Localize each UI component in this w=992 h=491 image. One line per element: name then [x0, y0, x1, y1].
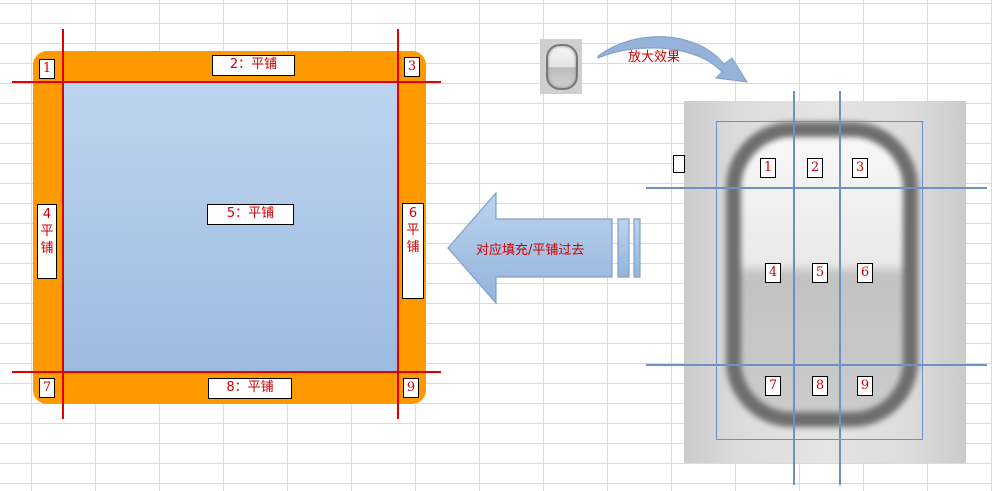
fill-arrow-tail-bar-2	[633, 218, 641, 278]
fill-arrow-label: 对应填充/平铺过去	[476, 243, 585, 258]
left-edge-label-text: 平铺	[40, 224, 54, 256]
cell-label-5: 5	[812, 263, 828, 283]
fill-arrow-tail-bar-1	[617, 218, 630, 278]
right-edge-label-text: 平铺	[406, 223, 420, 255]
cell-label-3: 3	[852, 158, 868, 178]
right-edge-label-number: 6	[408, 206, 418, 221]
split-line-left	[62, 29, 64, 419]
top-edge-label: 2：平铺	[212, 55, 295, 76]
center-label: 5：平铺	[207, 204, 294, 225]
cell-label-6: 6	[857, 263, 873, 283]
cell-label-4: 4	[765, 263, 781, 283]
blue-split-line-left	[793, 91, 795, 485]
cell-label-7: 7	[765, 376, 781, 396]
split-line-right	[397, 29, 399, 419]
corner-label-7: 7	[39, 378, 55, 398]
cell-label-8: 8	[812, 376, 828, 396]
bottom-edge-label: 8：平铺	[208, 378, 292, 399]
cell-label-9: 9	[857, 376, 873, 396]
source-button-icon	[540, 39, 582, 94]
blue-split-line-right	[839, 91, 841, 485]
left-edge-label: 4 平铺	[37, 204, 57, 279]
source-button-pill	[546, 44, 578, 90]
blue-split-line-top	[646, 187, 987, 189]
corner-label-1: 1	[39, 59, 55, 79]
right-edge-label: 6 平铺	[402, 203, 424, 299]
corner-label-9: 9	[403, 378, 419, 398]
zoom-arrow-label: 放大效果	[628, 50, 681, 65]
corner-label-3: 3	[404, 57, 420, 77]
cell-label-2: 2	[807, 158, 823, 178]
blue-split-line-bottom	[646, 364, 987, 366]
small-marker-box	[673, 155, 685, 173]
center-fill-region	[63, 82, 398, 372]
split-line-top	[12, 81, 441, 83]
left-edge-label-number: 4	[42, 207, 52, 222]
split-line-bottom	[12, 371, 441, 373]
cell-label-1: 1	[760, 158, 776, 178]
